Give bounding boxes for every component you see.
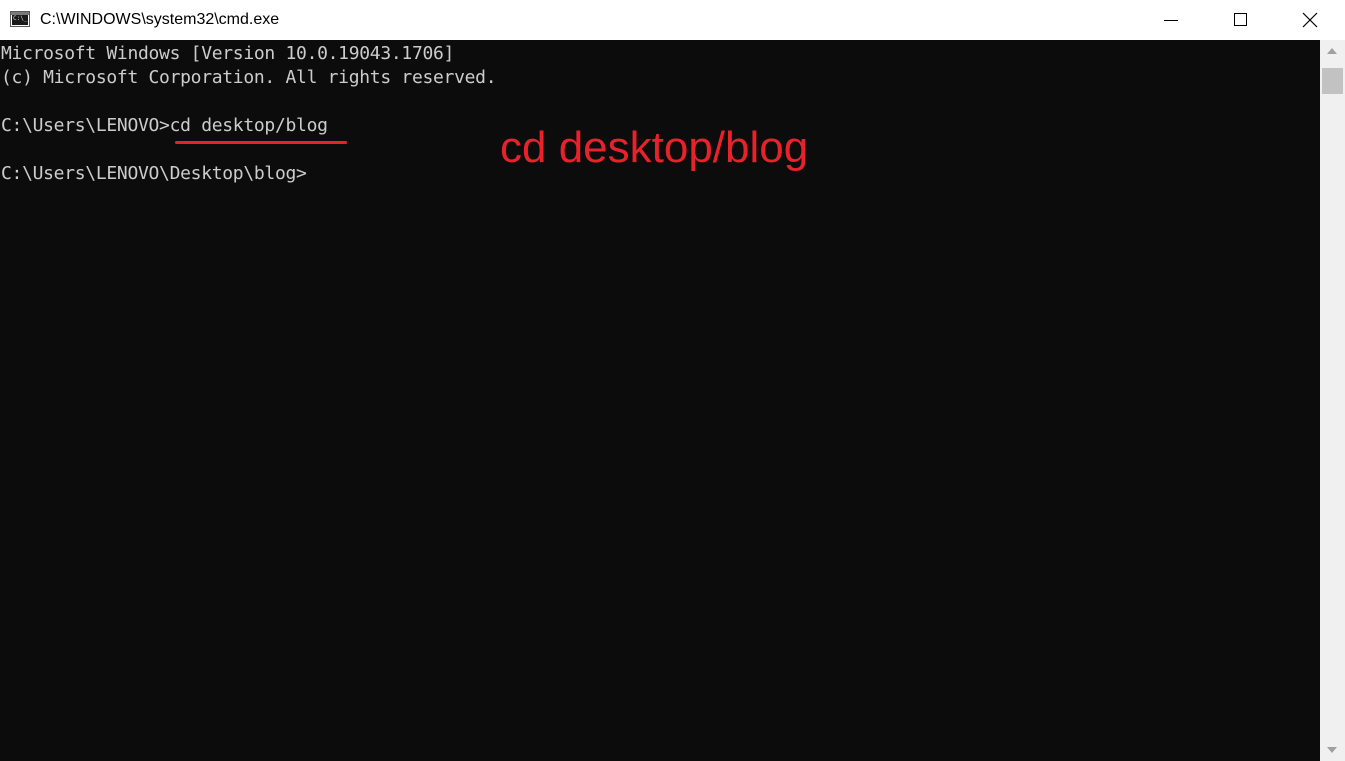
icon-glyph: C:\_ (12, 15, 28, 25)
console-output[interactable]: Microsoft Windows [Version 10.0.19043.17… (0, 40, 1320, 761)
console-line-copyright: (c) Microsoft Corporation. All rights re… (1, 67, 497, 88)
vertical-scrollbar[interactable] (1320, 40, 1345, 761)
console-line-prompt: C:\Users\LENOVO\Desktop\blog> (1, 163, 307, 184)
scroll-down-arrow-icon[interactable] (1327, 747, 1337, 753)
annotation-underline (175, 141, 347, 144)
minimize-button[interactable] (1142, 0, 1200, 40)
scroll-up-arrow-icon[interactable] (1327, 48, 1337, 54)
annotation-text: cd desktop/blog (500, 123, 809, 172)
command-prompt-icon[interactable]: C:\_ (10, 11, 30, 27)
maximize-button[interactable] (1212, 0, 1270, 40)
window-title: C:\WINDOWS\system32\cmd.exe (40, 11, 280, 28)
cmd-window: C:\_ C:\WINDOWS\system32\cmd.exe Microso… (0, 0, 1345, 761)
close-icon (1302, 12, 1318, 28)
close-button[interactable] (1280, 0, 1338, 40)
maximize-icon (1234, 13, 1247, 26)
title-bar[interactable]: C:\_ C:\WINDOWS\system32\cmd.exe (0, 0, 1345, 40)
scroll-thumb[interactable] (1322, 68, 1343, 94)
console-line-command: C:\Users\LENOVO>cd desktop/blog (1, 115, 328, 136)
minimize-icon (1164, 20, 1178, 21)
console-line-version: Microsoft Windows [Version 10.0.19043.17… (1, 43, 455, 64)
